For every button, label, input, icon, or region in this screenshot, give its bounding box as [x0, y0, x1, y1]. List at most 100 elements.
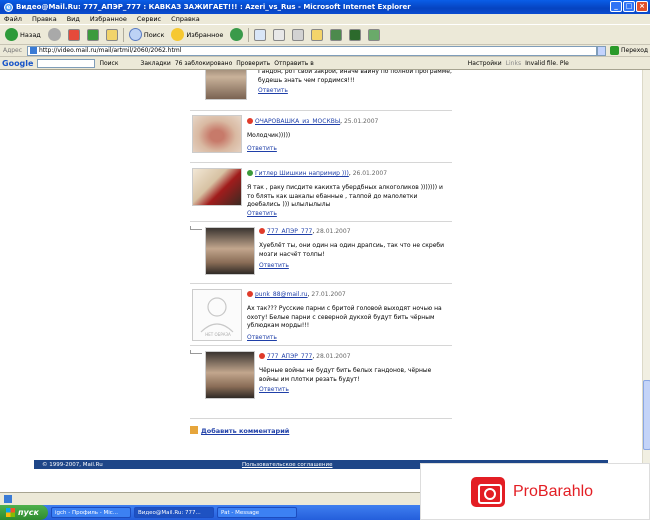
google-settings-button[interactable]: Настройки	[468, 60, 502, 67]
reply-link[interactable]: Ответить	[247, 334, 277, 341]
ie-icon: e	[4, 2, 13, 12]
comment-author[interactable]: punk_88@mail.ru	[255, 291, 308, 298]
scrollbar-thumb[interactable]	[643, 380, 650, 450]
home-button[interactable]	[104, 28, 120, 42]
google-search-input[interactable]	[37, 58, 96, 68]
window-title: Видео@Mail.Ru: 777_АПЭР_777 : КАВКАЗ ЗАЖ…	[16, 3, 411, 11]
toolbar-separator	[248, 27, 250, 42]
research-button[interactable]	[366, 28, 382, 42]
menu-help[interactable]: Справка	[171, 15, 200, 23]
history-icon	[230, 28, 244, 41]
menu-file[interactable]: Файл	[4, 15, 22, 23]
messenger-icon	[330, 28, 343, 41]
refresh-button[interactable]	[85, 28, 101, 42]
reply-link[interactable]: Ответить	[259, 262, 289, 269]
search-button[interactable]: Поиск	[127, 27, 167, 42]
comment-header: punk_88@mail.ru, 27.01.2007	[247, 291, 346, 298]
comment-header: 777_АПЭР_777, 28.01.2007	[259, 353, 351, 360]
forward-button[interactable]	[46, 27, 63, 42]
user-status-icon	[259, 228, 265, 234]
reply-thread-marker	[190, 226, 202, 230]
comment-divider	[190, 345, 452, 346]
stop-button[interactable]	[66, 28, 82, 42]
taskbar-item-active[interactable]: Видео@Mail.Ru: 777...	[134, 507, 214, 518]
comment-author[interactable]: 777_АПЭР_777	[267, 353, 312, 360]
address-dropdown-button[interactable]	[597, 45, 606, 56]
folder-button[interactable]	[309, 28, 325, 42]
page-status-icon	[4, 495, 12, 503]
search-icon	[128, 28, 142, 41]
avatar[interactable]	[205, 70, 247, 100]
comment-divider	[190, 221, 452, 222]
mail-button[interactable]	[252, 28, 268, 42]
close-button[interactable]: ×	[636, 1, 648, 12]
reply-link[interactable]: Ответить	[247, 210, 277, 217]
maximize-button[interactable]: □	[623, 1, 635, 12]
comment-author[interactable]: Гитлер Шишкин напримир )))	[255, 170, 349, 177]
refresh-icon	[86, 28, 99, 41]
taskbar-item[interactable]: igch - Профиль - Mic...	[51, 507, 131, 518]
history-button[interactable]	[228, 27, 245, 42]
google-toolbar: Google Поиск Закладки 76 заблокировано П…	[0, 57, 650, 70]
copyright-text[interactable]: © 1999-2007, Mail.Ru	[42, 462, 103, 468]
print-button[interactable]	[271, 28, 287, 42]
taskbar-item[interactable]: Pat - Message	[217, 507, 297, 518]
avatar-placeholder[interactable]: НЕТ ОБРАЗА	[192, 289, 242, 341]
google-send-button[interactable]: Отправить в	[274, 60, 314, 67]
vertical-scrollbar[interactable]	[642, 70, 650, 492]
start-button[interactable]: пуск	[0, 505, 48, 520]
user-status-icon	[247, 170, 253, 176]
print-icon	[273, 28, 286, 41]
comment-header: ОЧАРОВАШКА_из_МОСКВЫ, 25.01.2007	[247, 118, 378, 125]
reply-link[interactable]: Ответить	[247, 145, 277, 152]
reply-link[interactable]: Ответить	[259, 386, 289, 393]
links-label[interactable]: Links	[506, 60, 521, 67]
menu-favorites[interactable]: Избранное	[90, 15, 127, 23]
comment-author[interactable]: ОЧАРОВАШКА_из_МОСКВЫ	[255, 118, 340, 125]
stop-icon	[67, 28, 80, 41]
camera-icon	[471, 476, 505, 507]
reply-link[interactable]: Ответить	[258, 87, 288, 94]
folder-icon	[311, 28, 324, 41]
probarahlo-watermark: ProBarahlo	[420, 463, 650, 520]
back-button[interactable]: Назад	[3, 27, 43, 42]
no-image-caption: НЕТ ОБРАЗА	[205, 332, 231, 337]
address-input[interactable]: http://video.mail.ru/mail/artmil/2060/20…	[27, 45, 597, 56]
comment-author[interactable]: 777_АПЭР_777	[267, 228, 312, 235]
google-search-button[interactable]: Поиск	[99, 60, 118, 67]
mail-icon	[254, 28, 267, 41]
comment-date: 28.01.2007	[316, 228, 351, 235]
user-status-icon	[247, 291, 253, 297]
comment-text: Молодчик)))))	[247, 132, 291, 139]
forward-arrow-icon	[47, 28, 61, 41]
menu-tools[interactable]: Сервис	[137, 15, 161, 23]
user-status-icon	[259, 353, 265, 359]
bug-icon	[349, 28, 362, 41]
user-agreement-link[interactable]: Пользовательское соглашение	[242, 462, 332, 468]
comment-text: Чёрные войны не будут бить белых гандоно…	[259, 367, 432, 383]
add-comment-link[interactable]: Добавить комментарий	[190, 426, 289, 435]
edit-button[interactable]	[290, 28, 306, 42]
avatar[interactable]	[192, 168, 242, 206]
avatar[interactable]	[205, 351, 255, 399]
menu-view[interactable]: Вид	[67, 15, 80, 23]
avatar[interactable]	[205, 227, 255, 275]
google-check-button[interactable]: Проверить	[236, 60, 270, 67]
google-logo: Google	[2, 58, 34, 68]
menu-edit[interactable]: Правка	[32, 15, 57, 23]
bug-button[interactable]	[347, 28, 363, 42]
comment-text: Я так , раку писдите какихта убердбных а…	[247, 184, 443, 208]
comment-text: Ах так??? Русские парни с бритой головой…	[247, 305, 442, 329]
messenger-button[interactable]	[328, 28, 344, 42]
popup-blocked-counter[interactable]: 76 заблокировано	[175, 60, 232, 67]
go-button[interactable]: Переход	[610, 46, 648, 55]
windows-logo-icon	[6, 508, 15, 517]
minimize-button[interactable]: _	[610, 1, 622, 12]
comment-date: 25.01.2007	[343, 118, 379, 125]
pencil-icon	[190, 426, 198, 434]
avatar[interactable]	[192, 115, 242, 153]
favorites-button[interactable]: Избранное	[169, 27, 225, 42]
google-bookmarks-button[interactable]: Закладки	[140, 60, 170, 67]
main-toolbar: Назад Поиск Избранное	[0, 25, 650, 45]
comment-divider	[190, 283, 452, 284]
